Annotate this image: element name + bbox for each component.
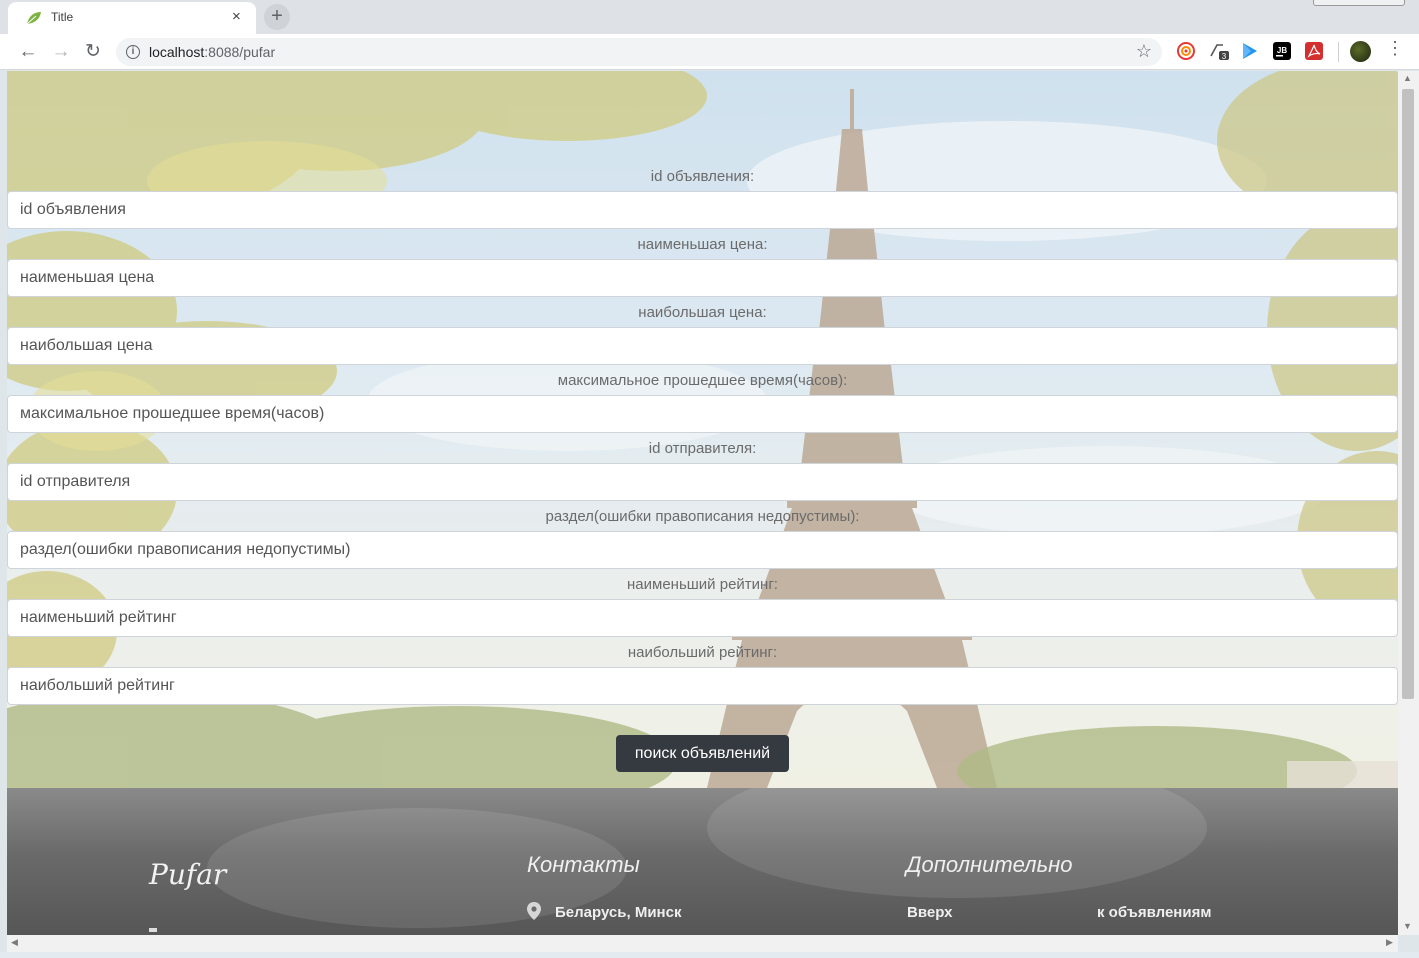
- link-to-ads[interactable]: к объявлениям: [1097, 904, 1211, 921]
- max-price-input[interactable]: [7, 327, 1398, 365]
- target-extension-icon[interactable]: [1177, 42, 1195, 60]
- jetbrains-extension-icon[interactable]: JB: [1273, 42, 1291, 60]
- close-tab-icon[interactable]: ×: [232, 8, 241, 25]
- sender-id-label: id отправителя:: [648, 440, 757, 457]
- max-rating-label: наибольший рейтинг:: [627, 644, 778, 661]
- ad-id-input[interactable]: [7, 191, 1398, 229]
- max-price-label: наибольшая цена:: [638, 304, 767, 321]
- window-bottom-edge: [0, 952, 1419, 958]
- tab-strip: Title × +: [0, 0, 1419, 34]
- footer-brand-logo[interactable]: Pufar: [149, 858, 226, 891]
- min-rating-label: наименьший рейтинг:: [627, 576, 778, 593]
- max-rating-input[interactable]: [7, 667, 1398, 705]
- svg-text:JB: JB: [1277, 46, 1287, 55]
- location-pin-icon: [527, 902, 541, 920]
- contacts-heading: Контакты: [527, 852, 640, 877]
- new-tab-button[interactable]: +: [264, 4, 290, 30]
- browser-toolbar: ← → ↻ i localhost:8088/pufar ☆ 3 JB ⋮: [0, 34, 1419, 70]
- pdf-extension-icon[interactable]: [1305, 42, 1323, 60]
- reload-button[interactable]: ↻: [81, 40, 105, 64]
- min-price-input[interactable]: [7, 259, 1398, 297]
- footer-texture: [707, 788, 1207, 898]
- star-icon[interactable]: ☆: [1136, 41, 1152, 62]
- search-ads-button[interactable]: поиск объявлений: [616, 735, 789, 772]
- section-label: раздел(ошибки правописания недопустимы):: [545, 508, 860, 525]
- max-elapsed-time-input[interactable]: [7, 395, 1398, 433]
- contact-location: Беларусь, Минск: [555, 904, 682, 921]
- section-input[interactable]: [7, 531, 1398, 569]
- profile-avatar[interactable]: [1350, 41, 1371, 62]
- scroll-left-arrow-icon[interactable]: ◀: [11, 937, 18, 948]
- vertical-scrollbar[interactable]: ▲ ▼: [1398, 71, 1419, 935]
- min-rating-input[interactable]: [7, 599, 1398, 637]
- menu-icon[interactable]: ⋮: [1386, 38, 1404, 59]
- min-price-label: наименьшая цена:: [637, 236, 768, 253]
- scroll-right-arrow-icon[interactable]: ▶: [1386, 937, 1393, 948]
- window-controls[interactable]: [1313, 0, 1405, 6]
- svg-text:3: 3: [1222, 52, 1227, 60]
- max-elapsed-time-label: максимальное прошедшее время(часов):: [557, 372, 848, 389]
- horizontal-scrollbar[interactable]: ◀ ▶: [7, 935, 1398, 952]
- info-icon[interactable]: i: [126, 45, 140, 59]
- scroll-down-arrow-icon[interactable]: ▼: [1403, 921, 1412, 931]
- extra-heading: Дополнительно: [906, 852, 1073, 877]
- page-viewport: id объявления: наименьшая цена: наибольш…: [7, 71, 1398, 935]
- leaf-favicon-icon: [26, 12, 41, 25]
- tab-title: Title: [51, 10, 74, 24]
- url-text[interactable]: localhost:8088/pufar: [149, 44, 275, 60]
- browser-tab[interactable]: Title ×: [8, 2, 256, 34]
- back-button[interactable]: ←: [16, 40, 40, 64]
- scroll-up-arrow-icon[interactable]: ▲: [1403, 73, 1412, 83]
- reader-extension-icon[interactable]: 3: [1209, 42, 1231, 60]
- forward-button[interactable]: →: [49, 40, 73, 64]
- link-scroll-top[interactable]: Вверх: [907, 904, 953, 921]
- address-bar[interactable]: i localhost:8088/pufar ☆: [116, 38, 1162, 66]
- site-footer: Pufar Контакты Беларусь, Минск Дополните…: [7, 788, 1398, 935]
- footer-brand-fragment: [149, 928, 157, 932]
- toolbar-separator: [1338, 42, 1339, 62]
- sender-id-input[interactable]: [7, 463, 1398, 501]
- ad-id-label: id объявления:: [650, 168, 755, 185]
- play-extension-icon[interactable]: [1241, 42, 1259, 60]
- vertical-scroll-thumb[interactable]: [1402, 89, 1414, 699]
